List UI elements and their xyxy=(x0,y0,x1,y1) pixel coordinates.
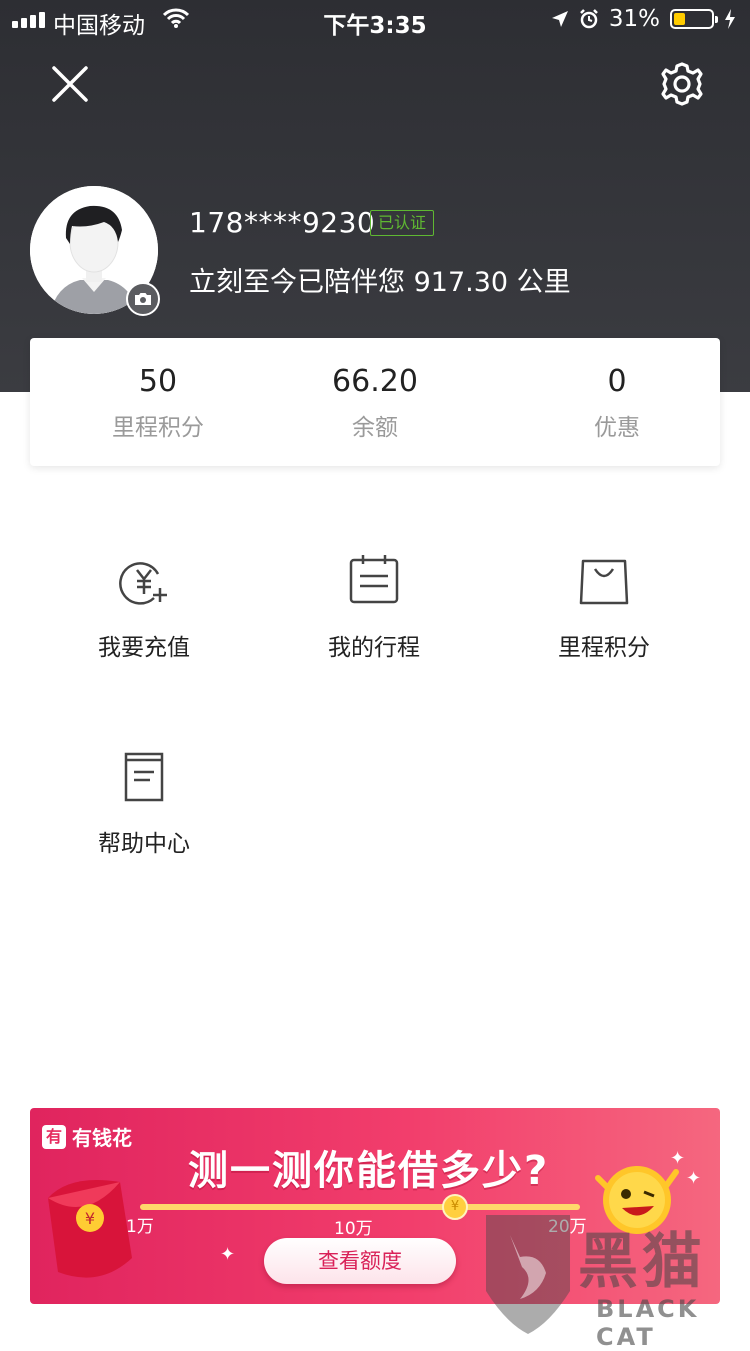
stat-points-value: 50 xyxy=(138,364,178,399)
tick-2: 10万 xyxy=(334,1219,373,1239)
shopping-bag-icon xyxy=(579,559,629,605)
status-right: 31% xyxy=(551,6,736,32)
sparkle-icon: ✦ xyxy=(220,1244,236,1265)
red-envelope-icon: ¥ xyxy=(48,1180,132,1278)
stat-coupons-label: 优惠 xyxy=(594,415,640,441)
banner-headline: 测一测你能借多少? xyxy=(188,1148,550,1194)
battery-icon xyxy=(670,9,718,29)
loan-slider-knob: ¥ xyxy=(442,1194,468,1220)
menu-points-label: 里程积分 xyxy=(558,635,650,661)
ad-banner[interactable]: 有 有钱花 测一测你能借多少? ¥ ¥ 1万 10万 20万 查看额度 ✦ ✦ … xyxy=(30,1108,720,1304)
menu-recharge-label: 我要充值 xyxy=(98,635,190,661)
document-icon xyxy=(124,752,164,802)
alarm-icon xyxy=(579,9,598,29)
profile-header: 中国移动 下午3:35 31% 178****9230 已认证 立刻至今已陪伴您… xyxy=(0,0,750,392)
menu-trips-label: 我的行程 xyxy=(328,635,420,661)
stat-points[interactable]: 50 里程积分 xyxy=(58,338,258,466)
menu-help-label: 帮助中心 xyxy=(98,831,190,857)
verified-badge: 已认证 xyxy=(370,210,435,236)
mileage-text: 立刻至今已陪伴您 917.30 公里 xyxy=(189,267,571,298)
camera-icon xyxy=(135,293,151,305)
menu-trips[interactable]: 我的行程 xyxy=(284,554,464,684)
stat-balance[interactable]: 66.20 余额 xyxy=(275,338,475,466)
menu-points[interactable]: 里程积分 xyxy=(514,554,694,684)
loan-slider-track xyxy=(140,1204,580,1210)
banner-brand: 有 有钱花 xyxy=(42,1122,132,1151)
menu-recharge[interactable]: 我要充值 xyxy=(54,554,234,684)
phone-number: 178****9230 xyxy=(189,206,376,239)
battery-fill xyxy=(674,13,685,25)
brand-logo: 有 xyxy=(42,1124,66,1149)
settings-button[interactable] xyxy=(658,60,706,108)
sparkle-icon: ✦ xyxy=(686,1168,702,1189)
stat-balance-label: 余额 xyxy=(352,415,398,441)
brand-name: 有钱花 xyxy=(72,1126,132,1150)
status-bar: 中国移动 下午3:35 31% xyxy=(0,0,750,40)
avatar[interactable] xyxy=(30,186,160,316)
sparkle-icon: ✦ xyxy=(670,1148,686,1169)
stat-points-label: 里程积分 xyxy=(112,415,204,441)
svg-text:¥: ¥ xyxy=(85,1209,95,1228)
stat-balance-value: 66.20 xyxy=(332,364,418,399)
recharge-icon xyxy=(119,562,167,605)
tick-3: 20万 xyxy=(548,1217,587,1237)
close-button[interactable] xyxy=(48,62,92,106)
menu-help[interactable]: 帮助中心 xyxy=(54,750,234,880)
check-limit-button[interactable]: 查看额度 xyxy=(264,1238,456,1284)
tick-1: 1万 xyxy=(126,1217,154,1237)
calendar-icon xyxy=(349,555,399,604)
stat-coupons-value: 0 xyxy=(607,364,627,399)
stat-coupons[interactable]: 0 优惠 xyxy=(517,338,717,466)
change-avatar-button[interactable] xyxy=(126,282,160,316)
stats-card: 50 里程积分 66.20 余额 0 优惠 xyxy=(30,338,720,466)
battery-percent: 31% xyxy=(608,6,660,32)
location-arrow-icon xyxy=(551,11,568,27)
coin-emoji-icon xyxy=(595,1166,679,1234)
charging-icon xyxy=(725,9,735,29)
